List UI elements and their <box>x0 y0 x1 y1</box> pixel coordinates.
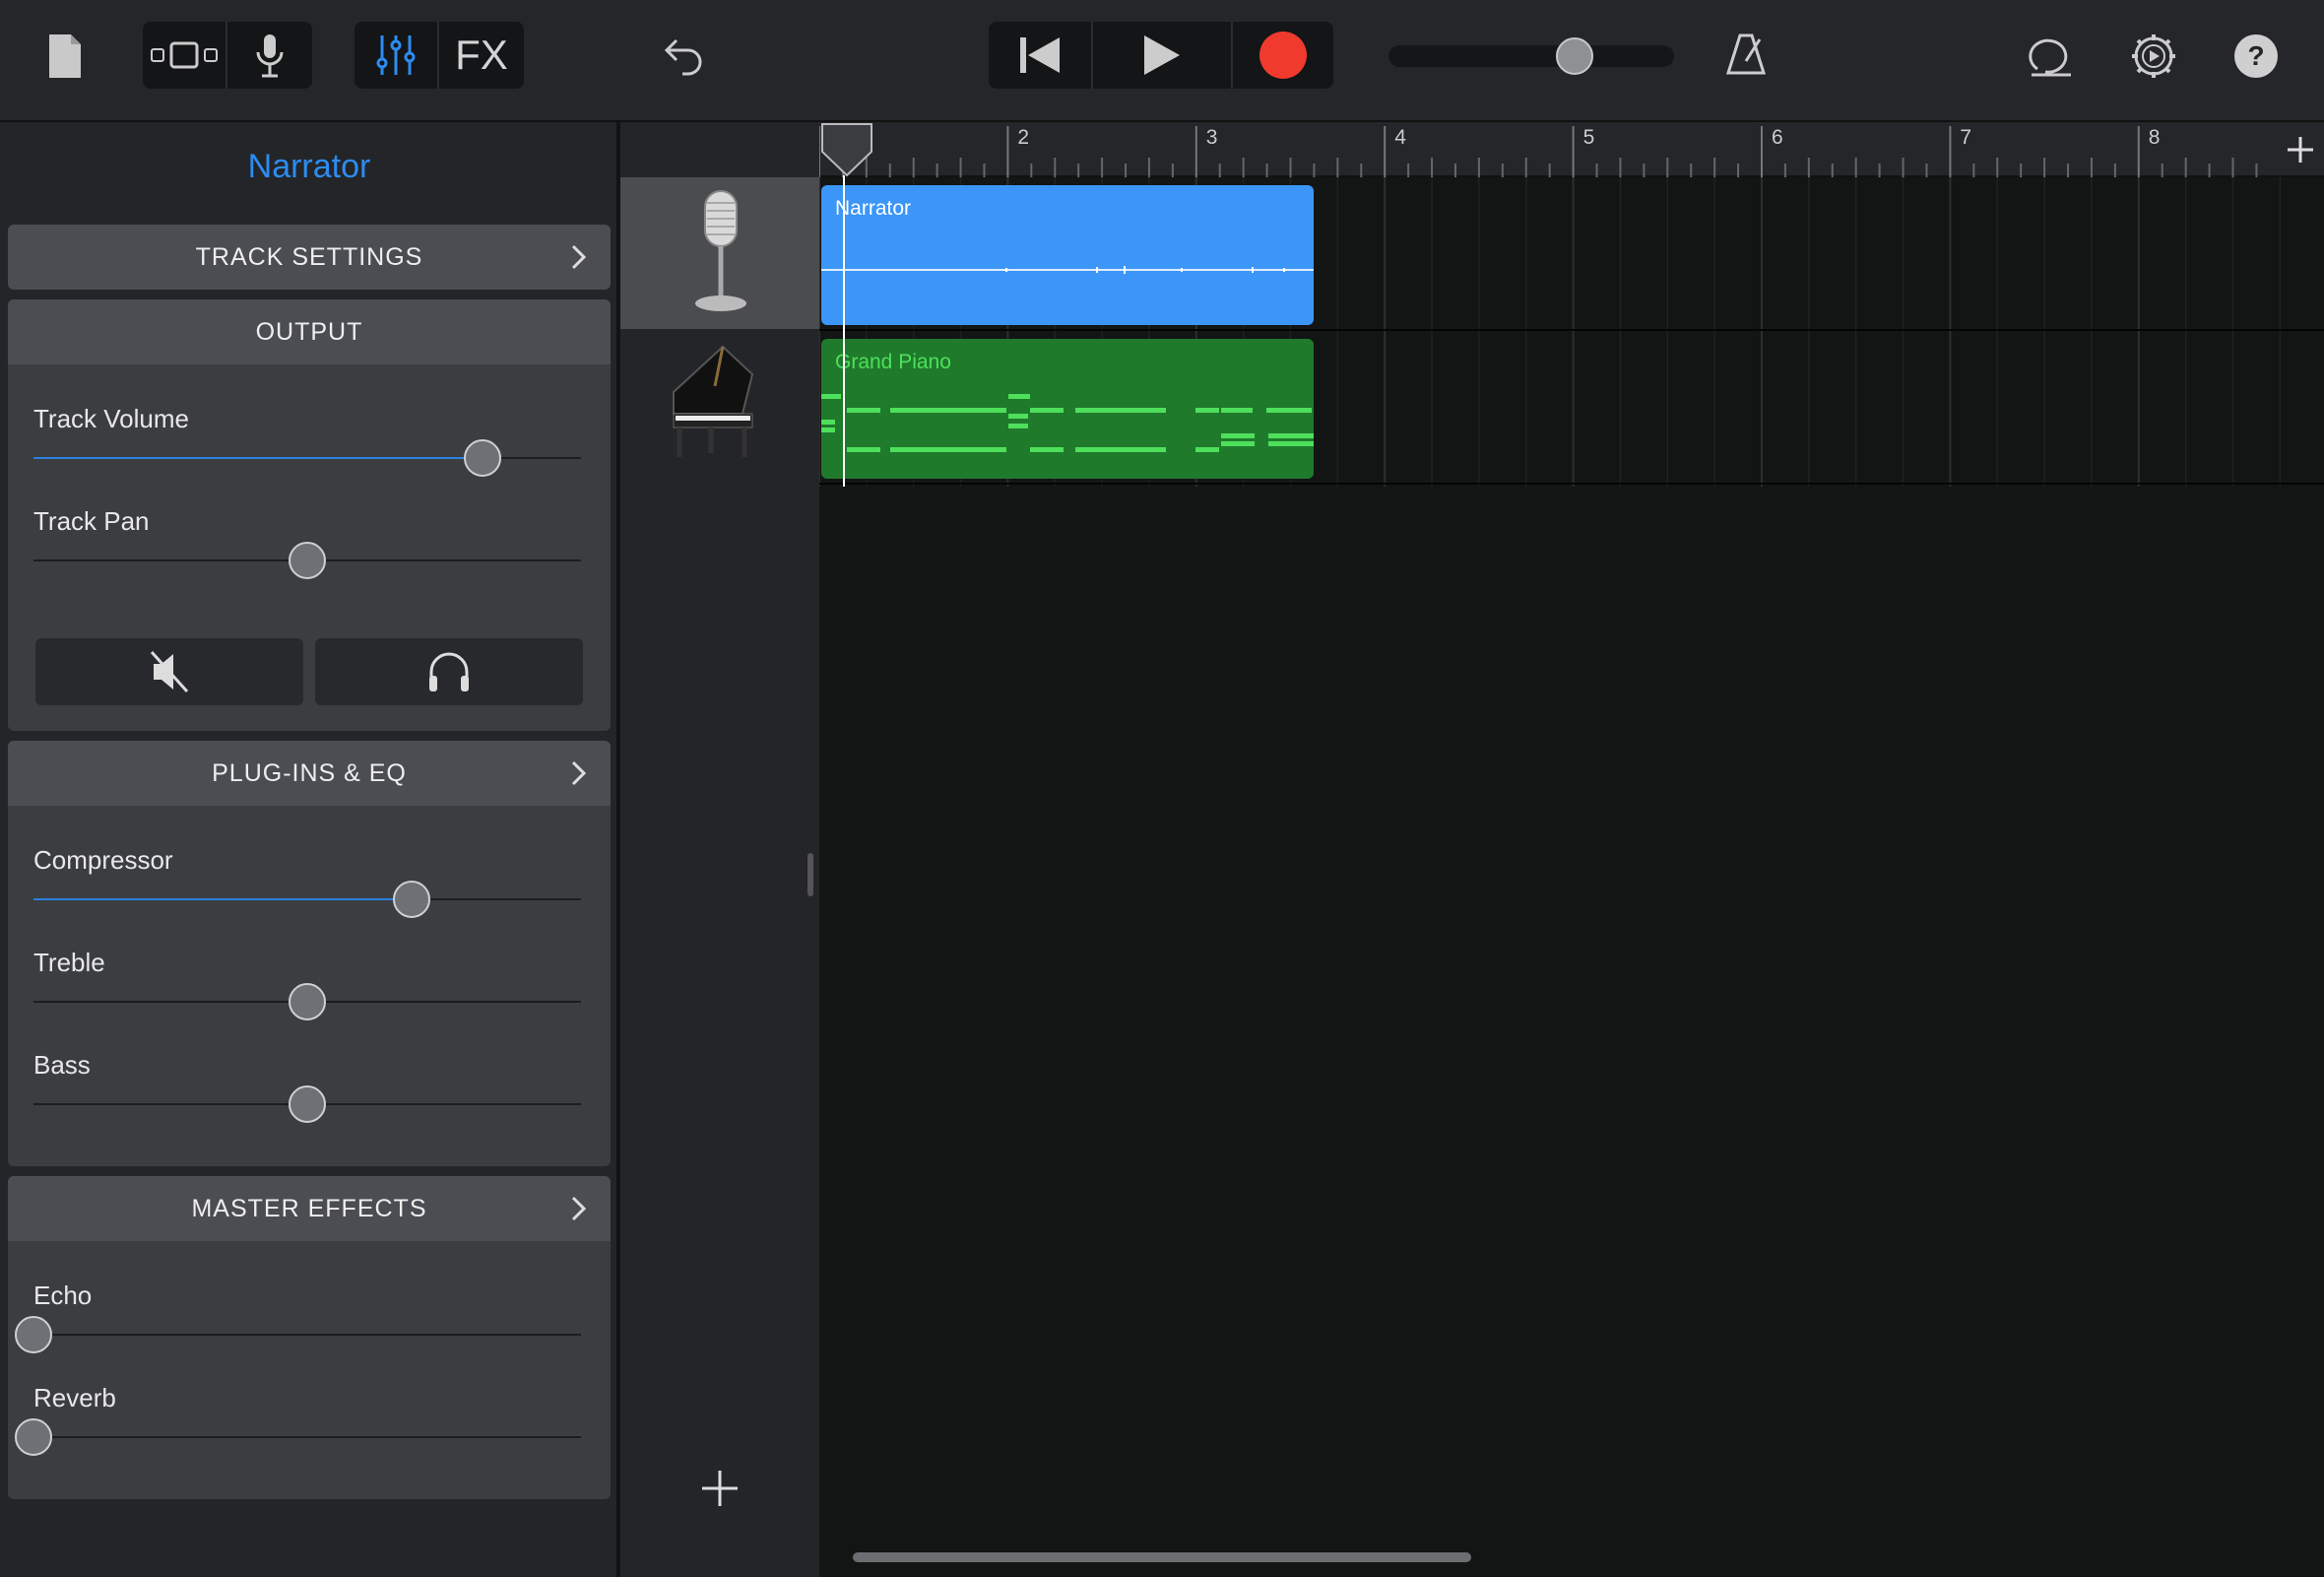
add-track-button[interactable] <box>695 1464 744 1513</box>
output-header: OUTPUT <box>8 299 611 364</box>
settings-button[interactable] <box>2129 32 2178 81</box>
horizontal-scrollbar[interactable] <box>853 1552 1471 1562</box>
headphones-icon <box>429 652 469 691</box>
track-volume-fill <box>33 457 483 459</box>
plus-icon <box>2288 137 2313 163</box>
panel-title: Narrator <box>247 148 371 185</box>
undo-button[interactable] <box>660 33 709 79</box>
compressor-knob[interactable] <box>392 881 430 918</box>
chevron-right-icon <box>571 760 587 786</box>
compressor-fill <box>33 898 412 900</box>
rewind-icon <box>1020 37 1060 73</box>
mute-button[interactable] <box>35 638 303 705</box>
track-volume-knob[interactable] <box>463 439 501 477</box>
browser-view-icon <box>151 41 218 69</box>
document-icon <box>49 34 81 78</box>
echo-slider[interactable] <box>33 1334 581 1336</box>
transport-group <box>989 22 1333 89</box>
help-button[interactable]: ? <box>2233 33 2279 79</box>
bar-number-2: 2 <box>1017 126 1029 149</box>
settings-icon <box>2132 34 2175 78</box>
reverb-label: Reverb <box>33 1383 116 1413</box>
reverb-knob[interactable] <box>15 1418 52 1456</box>
fx-button[interactable]: FX <box>439 22 524 89</box>
track-volume-label: Track Volume <box>33 404 189 433</box>
master-effects-section: MASTER EFFECTS <box>8 1176 611 1499</box>
track-pan-knob[interactable] <box>289 542 326 579</box>
play-button[interactable] <box>1093 22 1231 89</box>
bar-number-3: 3 <box>1206 126 1218 149</box>
instrument-button[interactable] <box>227 22 312 89</box>
plus-icon <box>702 1471 738 1506</box>
chevron-right-icon <box>571 1196 587 1221</box>
bar-number-4: 4 <box>1394 126 1406 149</box>
help-icon: ? <box>2234 34 2278 78</box>
master-effects-header[interactable]: MASTER EFFECTS <box>8 1176 611 1241</box>
resize-handle[interactable] <box>807 853 813 896</box>
record-button[interactable] <box>1233 22 1333 89</box>
reverb-slider[interactable] <box>33 1436 581 1438</box>
midi-notes <box>821 394 1314 452</box>
treble-label: Treble <box>33 948 105 977</box>
ruler-ticks: 12345678 <box>819 126 2258 177</box>
record-icon <box>1259 32 1307 79</box>
mixer-icon <box>376 35 416 75</box>
bass-label: Bass <box>33 1050 91 1080</box>
region-narrator[interactable]: Narrator <box>821 185 1314 325</box>
microphone-icon <box>256 34 284 78</box>
master-volume-knob[interactable] <box>1555 37 1593 75</box>
browser-button[interactable] <box>143 22 226 89</box>
my-songs-button[interactable] <box>45 32 85 81</box>
treble-knob[interactable] <box>289 983 326 1020</box>
playhead[interactable] <box>820 122 872 487</box>
track-header-narrator[interactable] <box>620 177 819 329</box>
bar-number-6: 6 <box>1772 126 1783 149</box>
track-headers <box>620 122 819 1577</box>
undo-icon <box>664 38 702 76</box>
region-grand-piano[interactable]: Grand Piano <box>821 339 1314 479</box>
bar-number-7: 7 <box>1960 126 1971 149</box>
track-settings-row[interactable]: TRACK SETTINGS <box>8 225 611 290</box>
mixer-group: FX <box>355 22 524 89</box>
view-group <box>143 22 312 89</box>
loop-icon <box>2029 38 2071 77</box>
compressor-label: Compressor <box>33 845 173 875</box>
timeline-ruler[interactable]: 12345678 <box>819 122 2324 177</box>
bar-number-5: 5 <box>1583 126 1595 149</box>
track-header-grand-piano[interactable] <box>620 331 819 483</box>
track-pan-label: Track Pan <box>33 506 150 536</box>
add-section-button[interactable] <box>2277 122 2324 177</box>
mute-icon <box>150 650 189 693</box>
echo-knob[interactable] <box>15 1316 52 1353</box>
metronome-button[interactable] <box>1723 30 1769 79</box>
grand-piano-icon <box>673 345 754 457</box>
go-to-beginning-button[interactable] <box>989 22 1091 89</box>
waveform <box>821 266 1314 274</box>
playhead-marker-icon <box>821 123 872 177</box>
track-controls-button[interactable] <box>355 22 437 89</box>
solo-button[interactable] <box>315 638 583 705</box>
plugins-eq-header[interactable]: PLUG-INS & EQ <box>8 741 611 806</box>
chevron-right-icon <box>571 244 587 270</box>
bass-knob[interactable] <box>289 1085 326 1123</box>
track-settings-label: TRACK SETTINGS <box>195 242 423 271</box>
metronome-icon <box>1725 33 1767 75</box>
play-icon <box>1144 35 1180 75</box>
tracks-area: Narrator Grand Piano <box>819 177 2324 1577</box>
loop-browser-button[interactable] <box>2027 32 2076 79</box>
echo-label: Echo <box>33 1281 93 1310</box>
control-bar: FX ? <box>0 0 2324 122</box>
bar-number-8: 8 <box>2149 126 2161 149</box>
master-volume-slider[interactable] <box>1388 37 1674 75</box>
microphone-icon <box>695 190 746 311</box>
